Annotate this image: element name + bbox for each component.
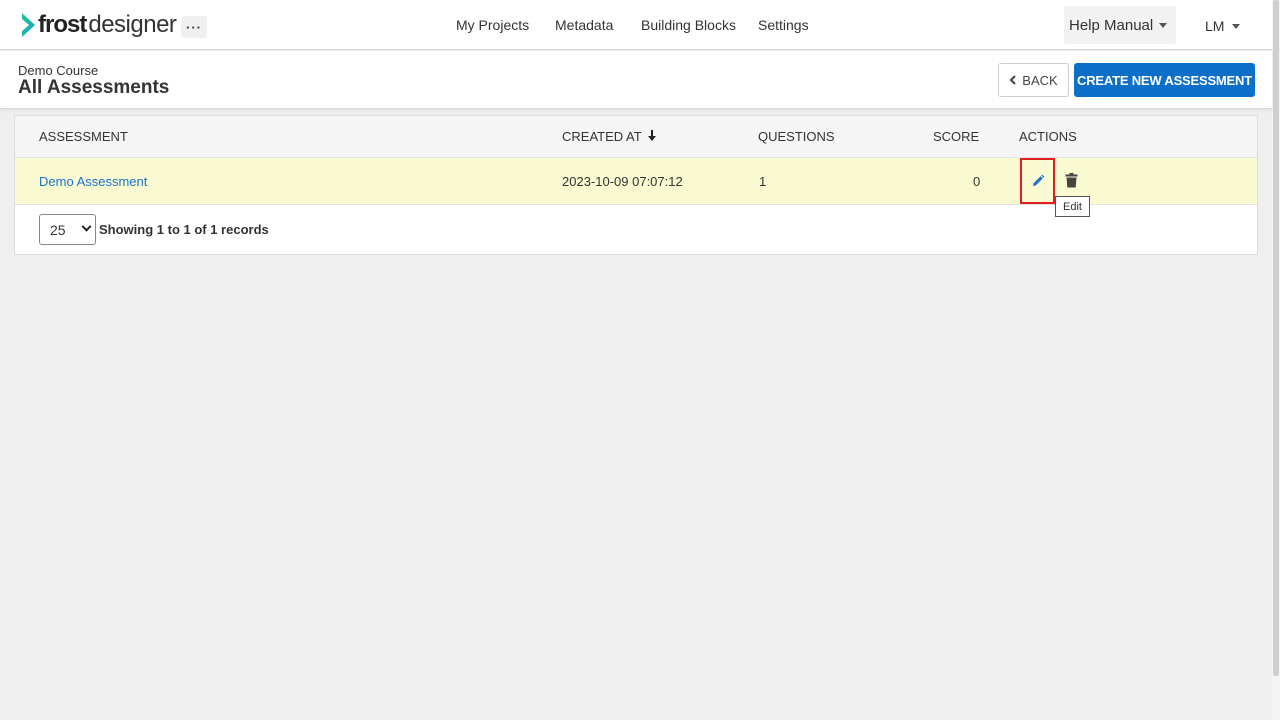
help-manual-label: Help Manual: [1069, 16, 1154, 34]
create-new-assessment-button[interactable]: CREATE NEW ASSESSMENT: [1074, 63, 1255, 97]
assessment-link[interactable]: Demo Assessment: [39, 174, 147, 189]
pencil-icon: [1032, 174, 1044, 186]
score-cell: 0: [973, 174, 981, 189]
nav-my-projects[interactable]: My Projects: [456, 17, 529, 33]
page-size-select[interactable]: 25: [39, 214, 96, 245]
created-at-cell: 2023-10-09 07:07:12: [562, 174, 683, 189]
top-nav-bar: frost designer ··· My Projects Metadata …: [0, 0, 1272, 50]
chevron-logo-icon: [22, 13, 35, 37]
caret-down-icon: [1159, 22, 1168, 28]
page-header: Demo Course All Assessments BACK CREATE …: [0, 51, 1272, 109]
chevron-down-icon: [81, 221, 92, 232]
edit-button[interactable]: [1020, 158, 1055, 204]
column-header-questions[interactable]: QUESTIONS: [758, 129, 835, 144]
column-header-created-at-label: CREATED AT: [562, 129, 642, 144]
help-manual-dropdown[interactable]: Help Manual: [1064, 6, 1176, 44]
assessments-table: ASSESSMENT CREATED AT QUESTIONS SCORE AC…: [14, 115, 1258, 255]
chevron-left-icon: [1009, 75, 1017, 85]
column-header-created-at[interactable]: CREATED AT: [562, 129, 657, 144]
questions-cell: 1: [759, 174, 767, 189]
breadcrumb[interactable]: Demo Course: [18, 63, 98, 78]
sort-arrow-down-icon: [648, 130, 657, 141]
records-summary: Showing 1 to 1 of 1 records: [99, 222, 269, 237]
nav-settings[interactable]: Settings: [758, 17, 809, 33]
back-button-label: BACK: [1022, 72, 1058, 88]
back-button[interactable]: BACK: [998, 63, 1069, 97]
edit-tooltip: Edit: [1055, 196, 1090, 217]
user-initials: LM: [1205, 18, 1225, 34]
page-title: All Assessments: [18, 77, 170, 98]
delete-button[interactable]: [1065, 173, 1078, 193]
caret-down-icon: [1232, 23, 1241, 29]
nav-metadata[interactable]: Metadata: [555, 17, 613, 33]
more-menu-button[interactable]: ···: [181, 16, 207, 38]
column-header-actions: ACTIONS: [1019, 129, 1077, 144]
column-header-score[interactable]: SCORE: [933, 129, 979, 144]
logo-text-designer: designer: [88, 11, 177, 38]
scrollbar-thumb[interactable]: [1273, 0, 1279, 676]
nav-building-blocks[interactable]: Building Blocks: [641, 17, 736, 33]
page-size-value: 25: [50, 221, 66, 238]
user-menu-dropdown[interactable]: LM: [1205, 18, 1241, 34]
column-header-assessment[interactable]: ASSESSMENT: [39, 129, 128, 144]
logo-text-frost: frost: [38, 11, 87, 38]
table-header: ASSESSMENT CREATED AT QUESTIONS SCORE AC…: [15, 116, 1257, 158]
ellipsis-icon: ···: [186, 19, 202, 35]
trash-icon: [1065, 173, 1078, 188]
app-logo[interactable]: frost designer: [21, 11, 177, 39]
